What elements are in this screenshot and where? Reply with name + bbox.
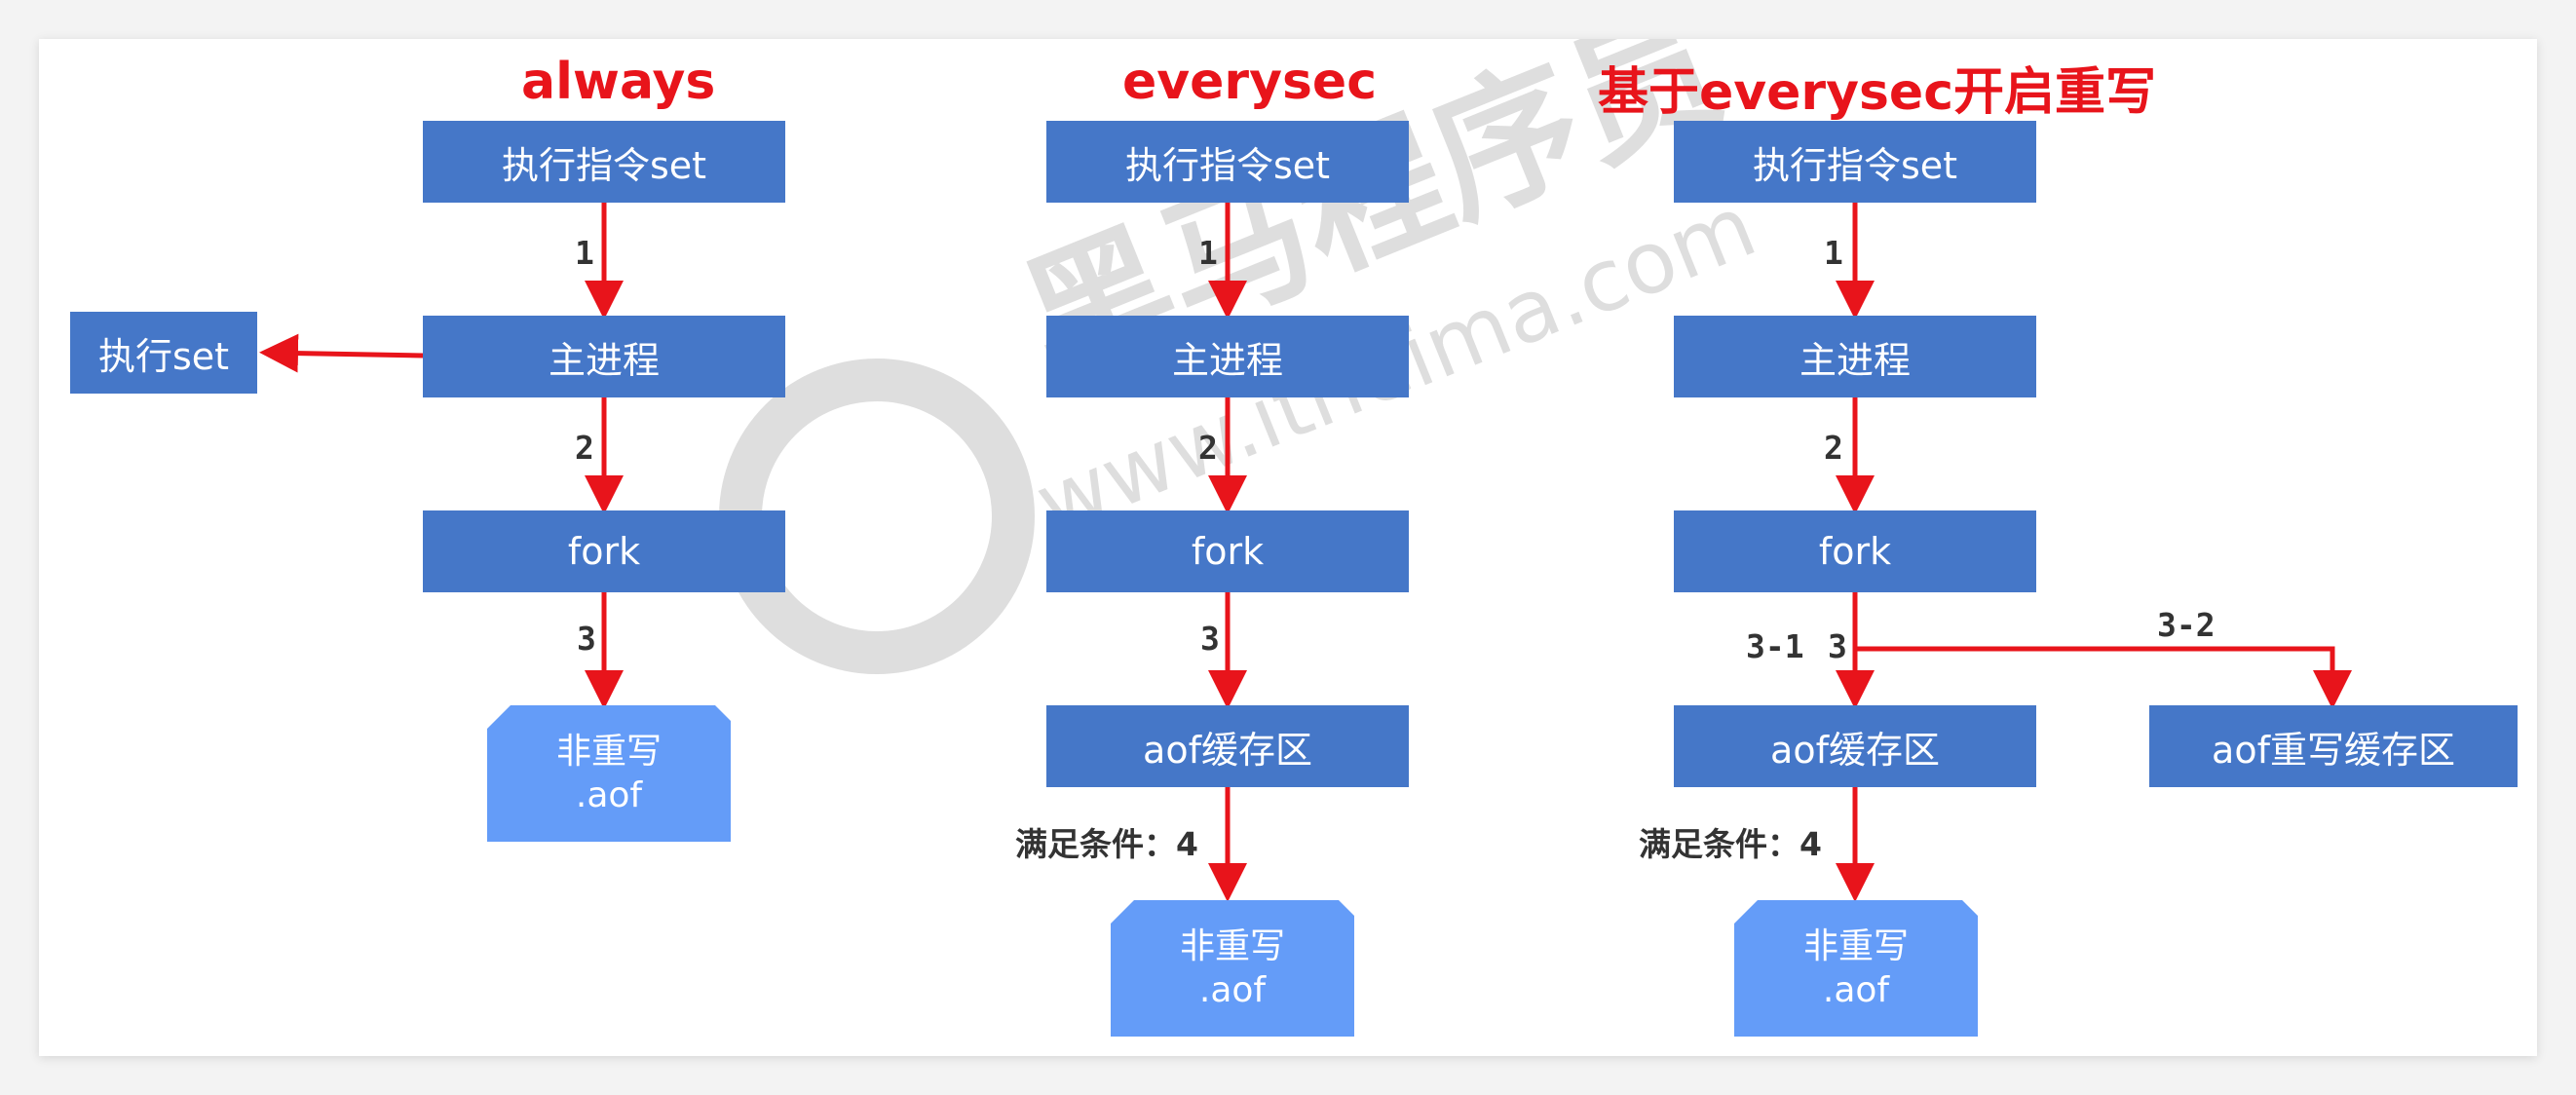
step-label-3: 3 (1200, 620, 1220, 658)
aof-file-line2: .aof (1822, 970, 1890, 1010)
fork-box: fork (423, 510, 785, 592)
step-label-3: 3 (577, 620, 596, 658)
step-label-2: 2 (1198, 429, 1218, 467)
step-label-1: 1 (575, 234, 594, 272)
column-title-always: always (521, 53, 716, 111)
step-label-1: 1 (1198, 234, 1218, 272)
fork-box: fork (1674, 510, 2036, 592)
aof-file-shape: 非重写 .aof (487, 705, 731, 842)
main-process-box: 主进程 (423, 316, 785, 397)
arrow-c3-fork-to-rewrite-buffer (1855, 646, 2352, 709)
step-label-3-1: 3-1 (1746, 627, 1804, 665)
aof-file-line2: .aof (575, 775, 643, 815)
column-title-rewrite: 基于everysec开启重写 (1598, 63, 2157, 122)
aof-file-line1: 非重写 (555, 732, 662, 772)
step-label-2: 2 (1824, 429, 1843, 467)
condition-label: 满足条件：4 (1015, 825, 1198, 863)
aof-rewrite-buffer-box: aof重写缓存区 (2149, 705, 2518, 787)
step-label-3-2: 3-2 (2157, 606, 2216, 644)
aof-file-shape: 非重写 .aof (1111, 900, 1354, 1037)
aof-file-line2: .aof (1198, 970, 1267, 1010)
exec-set-box: 执行set (70, 312, 257, 394)
fork-box: fork (1046, 510, 1409, 592)
exec-command-box: 执行指令set (1046, 121, 1409, 203)
condition-label: 满足条件：4 (1639, 825, 1822, 863)
aof-file-shape: 非重写 .aof (1734, 900, 1978, 1037)
aof-buffer-box: aof缓存区 (1046, 705, 1409, 787)
exec-command-box: 执行指令set (423, 121, 785, 203)
arrow-c1-main-to-set (259, 333, 424, 373)
main-process-box: 主进程 (1674, 316, 2036, 397)
aof-file-line1: 非重写 (1179, 926, 1285, 966)
main-process-box: 主进程 (1046, 316, 1409, 397)
aof-buffer-box: aof缓存区 (1674, 705, 2036, 787)
aof-file-line1: 非重写 (1802, 926, 1909, 966)
step-label-1: 1 (1824, 234, 1843, 272)
step-label-2: 2 (575, 429, 594, 467)
column-title-everysec: everysec (1122, 53, 1378, 111)
exec-command-box: 执行指令set (1674, 121, 2036, 203)
step-label-3: 3 (1828, 627, 1847, 665)
diagram-canvas: 黑马程序员 www.itheima.com TM (39, 39, 2537, 1056)
